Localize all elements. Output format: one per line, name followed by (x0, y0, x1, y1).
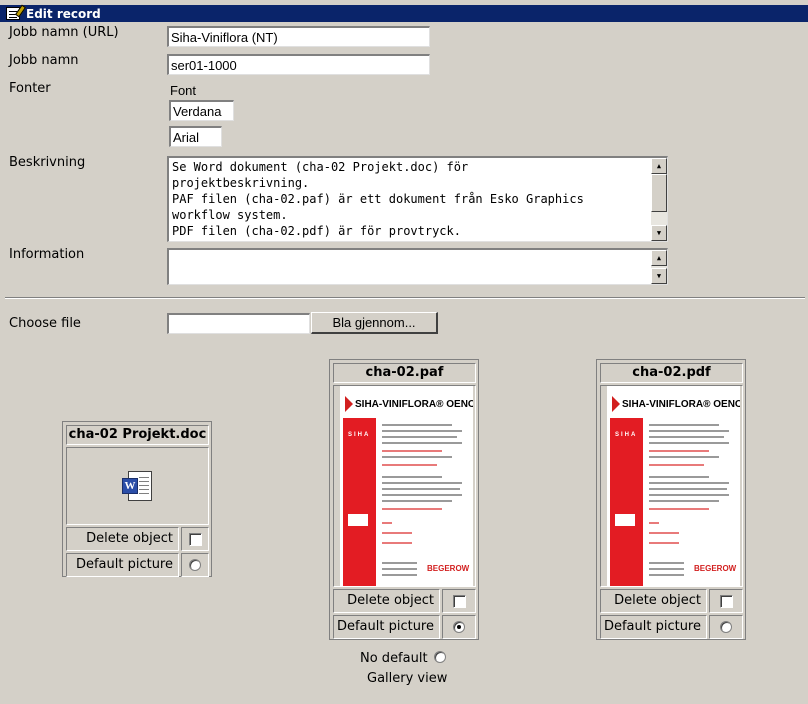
information-label: Information (9, 247, 85, 262)
default-picture-radio[interactable] (189, 559, 201, 571)
delete-object-cell (181, 527, 209, 551)
default-picture-label: Default picture (333, 615, 440, 639)
file-path-input[interactable] (167, 313, 310, 334)
default-picture-cell (442, 615, 476, 639)
fonts-label: Fonter (9, 81, 51, 96)
object-card-paf: cha-02.paf SIHA-VINIFLORA® OENOS SIHA BE… (329, 359, 479, 640)
browse-button[interactable]: Bla gjennom... (311, 312, 438, 334)
pdf-thumbnail[interactable]: SIHA-VINIFLORA® OENOS SIHA BEGEROW (607, 386, 740, 586)
scroll-up-icon[interactable]: ▲ (651, 250, 667, 266)
thumbnail-side-bar: SIHA (610, 418, 643, 586)
word-document-icon[interactable]: W (122, 471, 152, 503)
seal-icon (615, 514, 635, 526)
default-picture-radio[interactable] (720, 621, 732, 633)
information-textarea[interactable]: ▲ ▼ (167, 248, 668, 285)
no-default-label: No default (360, 651, 428, 666)
delete-object-cell (709, 589, 743, 613)
font-heading: Font (170, 83, 197, 98)
description-label: Beskrivning (9, 155, 86, 170)
delete-object-cell (442, 589, 476, 613)
brand-arrow-icon (345, 396, 353, 412)
section-divider (5, 297, 805, 299)
job-url-label: Jobb namn (URL) (9, 25, 119, 40)
job-name-label: Jobb namn (9, 53, 79, 68)
window-title: Edit record (26, 6, 101, 21)
no-default-radio[interactable] (434, 651, 446, 663)
window-titlebar: Edit record (0, 5, 808, 22)
scroll-down-icon[interactable]: ▼ (651, 225, 667, 241)
scroll-thumb[interactable] (651, 174, 667, 212)
description-textarea[interactable]: Se Word dokument (cha-02 Projekt.doc) fö… (167, 156, 668, 242)
seal-icon (348, 514, 368, 526)
paf-thumbnail[interactable]: SIHA-VINIFLORA® OENOS SIHA BEGEROW (340, 386, 473, 586)
brand-arrow-icon (612, 396, 620, 412)
description-scrollbar[interactable]: ▲ ▼ (651, 158, 667, 241)
delete-object-label: Delete object (333, 589, 440, 613)
scroll-up-icon[interactable]: ▲ (651, 158, 667, 174)
object-title: cha-02.paf (333, 363, 476, 383)
delete-object-label: Delete object (66, 527, 179, 551)
thumbnail-side-bar: SIHA (343, 418, 376, 586)
delete-object-label: Delete object (600, 589, 707, 613)
job-url-input[interactable]: Siha-Viniflora (NT) (167, 26, 430, 47)
default-picture-label: Default picture (66, 553, 179, 577)
delete-object-checkbox[interactable] (452, 594, 466, 608)
choose-file-label: Choose file (9, 316, 81, 331)
default-picture-radio[interactable] (453, 621, 465, 633)
font-input-2[interactable]: Arial (169, 126, 222, 147)
information-scrollbar[interactable]: ▲ ▼ (651, 250, 667, 284)
thumbnail-footer: BEGEROW (694, 564, 737, 573)
thumbnail-brand: SIHA-VINIFLORA® OENOS (622, 399, 740, 410)
default-picture-label: Default picture (600, 615, 707, 639)
thumbnail-brand: SIHA-VINIFLORA® OENOS (355, 399, 473, 410)
object-card-doc: cha-02 Projekt.doc W Delete object Defau… (62, 421, 212, 577)
font-input-1[interactable]: Verdana (169, 100, 234, 121)
thumbnail-footer: BEGEROW (427, 564, 470, 573)
scroll-down-icon[interactable]: ▼ (651, 268, 667, 284)
object-preview: SIHA-VINIFLORA® OENOS SIHA BEGEROW (333, 385, 476, 587)
object-card-pdf: cha-02.pdf SIHA-VINIFLORA® OENOS SIHA BE… (596, 359, 746, 640)
job-name-input[interactable]: ser01-1000 (167, 54, 430, 75)
thumbnail-side-text: SIHA (348, 432, 371, 438)
object-title: cha-02.pdf (600, 363, 743, 383)
delete-object-checkbox[interactable] (719, 594, 733, 608)
description-text: Se Word dokument (cha-02 Projekt.doc) fö… (172, 160, 584, 238)
object-preview: SIHA-VINIFLORA® OENOS SIHA BEGEROW (600, 385, 743, 587)
object-preview: W (66, 447, 209, 525)
object-title: cha-02 Projekt.doc (66, 425, 209, 445)
information-text (169, 250, 667, 251)
thumbnail-side-text: SIHA (615, 432, 638, 438)
default-picture-cell (181, 553, 209, 577)
delete-object-checkbox[interactable] (188, 532, 202, 546)
gallery-view-link[interactable]: Gallery view (367, 671, 447, 686)
default-picture-cell (709, 615, 743, 639)
edit-record-icon (6, 7, 20, 20)
